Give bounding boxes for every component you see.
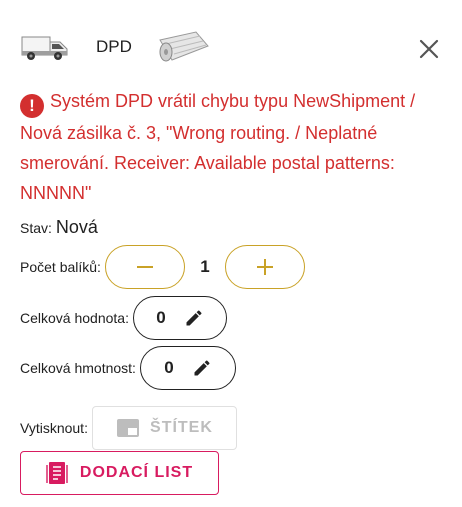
- total-weight-row: Celková hmotnost: 0: [20, 346, 236, 390]
- error-icon: !: [20, 94, 44, 118]
- total-value-row: Celková hodnota: 0: [20, 296, 227, 340]
- close-icon[interactable]: [416, 36, 442, 62]
- print-label-button-text: ŠTÍTEK: [150, 419, 213, 436]
- delivery-note-button-text: DODACÍ LIST: [79, 464, 194, 481]
- error-message: ! Systém DPD vrátil chybu typu NewShipmen…: [20, 86, 450, 208]
- total-value: 0: [156, 308, 166, 327]
- total-value-label: Celková hodnota:: [20, 310, 129, 326]
- status-value: Nová: [55, 217, 98, 237]
- receipt-icon: [46, 462, 68, 484]
- print-label: Vytisknout:: [20, 420, 88, 436]
- total-weight: 0: [164, 358, 174, 377]
- increment-button[interactable]: [224, 245, 305, 289]
- decrement-button[interactable]: [104, 245, 185, 289]
- status-row: Stav: Nová: [20, 217, 98, 238]
- packages-label: Počet balíků:: [20, 259, 101, 275]
- delivery-note-button[interactable]: DODACÍ LIST: [20, 451, 219, 495]
- edit-total-weight-button[interactable]: 0: [139, 346, 236, 390]
- van-icon: [21, 36, 68, 60]
- pencil-icon: [186, 310, 202, 326]
- status-label: Stav:: [20, 219, 52, 236]
- label-icon: [117, 419, 140, 437]
- pencil-icon: [194, 360, 210, 376]
- carrier-name: DPD: [96, 37, 132, 56]
- print-row: Vytisknout: ŠTÍTEK: [20, 406, 237, 450]
- packages-count: 1: [200, 257, 210, 276]
- minus-icon: [136, 266, 153, 268]
- roll-icon: [159, 31, 209, 62]
- dialog-header: DPD: [0, 0, 462, 96]
- print-label-button[interactable]: ŠTÍTEK: [91, 406, 237, 450]
- edit-total-value-button[interactable]: 0: [132, 296, 227, 340]
- error-text: Systém DPD vrátil chybu typu NewShipment…: [20, 91, 416, 203]
- total-weight-label: Celková hmotnost:: [20, 360, 136, 376]
- packages-row: Počet balíků: 1: [20, 245, 305, 289]
- plus-icon: [256, 259, 273, 275]
